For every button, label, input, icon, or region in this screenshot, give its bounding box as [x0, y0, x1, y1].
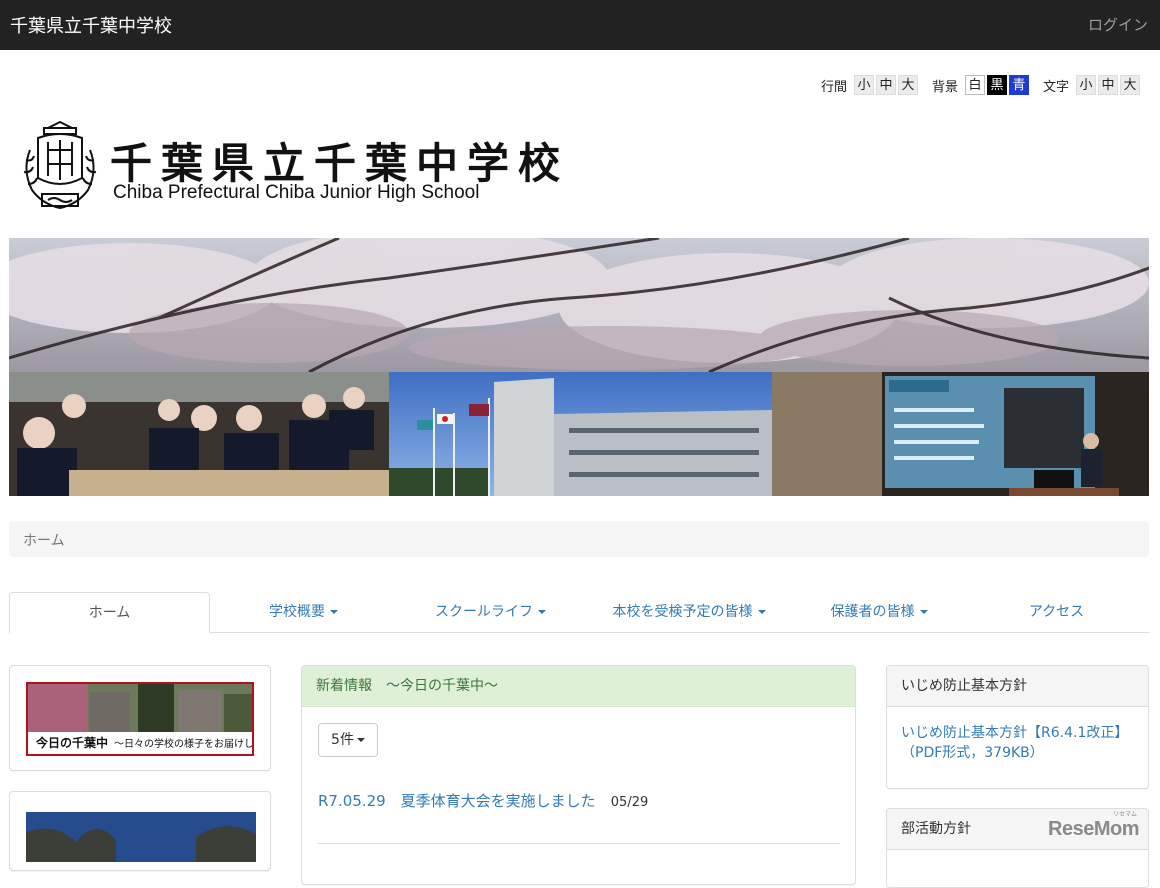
top-navbar: 千葉県立千葉中学校 ログイン — [0, 0, 1160, 50]
tab-prospective-students[interactable]: 本校を受検予定の皆様 — [584, 592, 794, 633]
caret-down-icon — [356, 738, 365, 742]
left-photo-panel — [9, 791, 271, 871]
caret-down-icon — [538, 610, 546, 614]
line-spacing-medium-button[interactable]: 中 — [875, 75, 896, 95]
news-divider — [318, 843, 840, 844]
today-chiba-subtitle: ～日々の学校の様子をお届けします～ — [114, 739, 254, 750]
tab-home[interactable]: ホーム — [9, 592, 210, 634]
tab-label: 本校を受検予定の皆様 — [612, 604, 753, 620]
breadcrumb-home: ホーム — [23, 533, 65, 549]
resemom-watermark: ReseMom リセマム — [1048, 812, 1139, 841]
caret-down-icon — [919, 610, 928, 614]
today-chiba-banner-link[interactable]: 今日の千葉中 ～日々の学校の様子をお届けします～ — [26, 682, 254, 756]
tab-access[interactable]: アクセス — [964, 592, 1149, 633]
line-spacing-small-button[interactable]: 小 — [853, 75, 874, 95]
school-emblem-icon — [23, 120, 97, 210]
tab-label: ホーム — [88, 605, 131, 621]
login-link[interactable]: ログイン — [1088, 14, 1148, 35]
watermark-text: ReseMom — [1048, 818, 1139, 840]
site-brand-link[interactable]: 千葉県立千葉中学校 — [10, 12, 172, 38]
background-label: 背景 — [931, 79, 958, 95]
news-item-link[interactable]: R7.05.29 夏季体育大会を実施しました — [318, 792, 596, 810]
school-logo[interactable]: 千葉県立千葉中学校 Chiba Prefectural Chiba Junior… — [18, 120, 560, 215]
caret-down-icon — [757, 610, 766, 614]
caret-down-icon — [330, 610, 338, 614]
text-size-medium-button[interactable]: 中 — [1098, 75, 1118, 95]
anti-bullying-panel: いじめ防止基本方針 いじめ防止基本方針【R6.4.1改正】（PDF形式，379K… — [886, 665, 1149, 789]
banner-photo-collage — [9, 238, 1149, 496]
line-spacing-large-button[interactable]: 大 — [897, 75, 918, 95]
background-black-button[interactable]: 黒 — [986, 75, 1007, 95]
text-size-label: 文字 — [1042, 79, 1069, 95]
news-count-label: 5件 — [331, 732, 354, 748]
text-size-large-button[interactable]: 大 — [1120, 75, 1140, 95]
news-item: R7.05.29 夏季体育大会を実施しました 05/29 — [318, 790, 648, 811]
background-white-button[interactable]: 白 — [964, 75, 985, 95]
today-chiba-caption: 今日の千葉中 ～日々の学校の様子をお届けします～ — [28, 732, 252, 754]
watermark-small-text: リセマム — [1112, 812, 1137, 818]
text-size-small-button[interactable]: 小 — [1076, 75, 1096, 95]
tab-label: 保護者の皆様 — [830, 604, 915, 620]
tab-school-life[interactable]: スクールライフ — [397, 592, 584, 633]
accessibility-controls: 行間 小 中 大 背景 白 黒 青 文字 小 中 大 — [821, 74, 1140, 96]
background-blue-button[interactable]: 青 — [1008, 75, 1029, 95]
news-panel: 新着情報 ～今日の千葉中～ 5件 R7.05.29 夏季体育大会を実施しました … — [301, 665, 856, 885]
tab-label: アクセス — [1028, 604, 1085, 620]
anti-bullying-pdf-link[interactable]: いじめ防止基本方針【R6.4.1改正】（PDF形式，379KB） — [901, 725, 1128, 761]
news-item-date: 05/29 — [610, 795, 649, 810]
anti-bullying-heading: いじめ防止基本方針 — [887, 666, 1148, 707]
news-heading: 新着情報 ～今日の千葉中～ — [302, 666, 855, 707]
main-nav-tabs: ホーム 学校概要 スクールライフ 本校を受検予定の皆様 保護者の皆様 アクセス — [9, 592, 1149, 634]
logo-subtitle: Chiba Prefectural Chiba Junior High Scho… — [113, 182, 480, 203]
tab-school-overview[interactable]: 学校概要 — [210, 592, 397, 633]
news-count-dropdown[interactable]: 5件 — [318, 723, 378, 757]
tab-label: スクールライフ — [435, 604, 533, 620]
header-banner-image — [9, 238, 1149, 496]
anti-bullying-body: いじめ防止基本方針【R6.4.1改正】（PDF形式，379KB） — [887, 707, 1148, 779]
line-spacing-label: 行間 — [820, 79, 847, 95]
banner-photo — [28, 684, 252, 736]
today-chiba-title: 今日の千葉中 — [36, 736, 109, 750]
tab-guardians[interactable]: 保護者の皆様 — [794, 592, 964, 633]
breadcrumb: ホーム — [9, 521, 1149, 557]
tab-label: 学校概要 — [269, 604, 325, 620]
today-chiba-banner-panel: 今日の千葉中 ～日々の学校の様子をお届けします～ — [9, 665, 271, 771]
